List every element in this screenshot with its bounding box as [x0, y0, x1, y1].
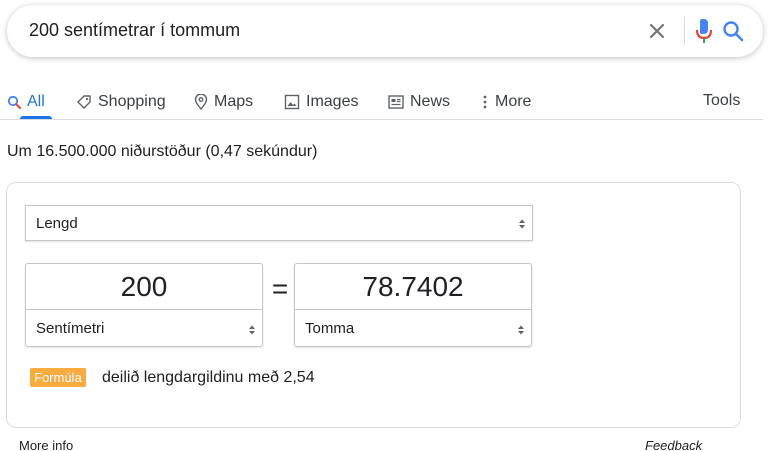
tab-label: Images — [306, 93, 359, 110]
from-unit-value: Sentímetri — [36, 320, 105, 337]
result-stats: Um 16.500.000 niðurstöður (0,47 sekúndur… — [7, 143, 318, 160]
search-tabs: All Shopping Maps Images News More Tools — [0, 80, 763, 120]
tab-news[interactable]: News — [388, 92, 450, 112]
to-unit-select[interactable]: Tomma — [295, 311, 531, 347]
feedback-link[interactable]: Feedback — [645, 438, 702, 451]
search-bar[interactable]: 200 sentímetrar í tommum — [7, 5, 763, 57]
active-tab-indicator — [20, 116, 52, 119]
tab-all[interactable]: All — [7, 92, 45, 112]
formula-badge: Formúla — [30, 368, 86, 387]
news-icon — [388, 95, 404, 109]
more-vert-icon — [483, 95, 487, 109]
tag-icon — [77, 95, 91, 109]
tab-shopping[interactable]: Shopping — [76, 92, 166, 112]
tools-button[interactable]: Tools — [703, 92, 740, 110]
unit-converter-card: Lengd Sentímetri = Tomma Formúla deilið … — [6, 182, 741, 428]
to-unit-box: Tomma — [294, 263, 532, 347]
tab-label: News — [410, 93, 451, 110]
to-value-input[interactable] — [295, 264, 531, 310]
equals-sign: = — [271, 273, 289, 304]
unit-type-value: Lengd — [36, 215, 78, 232]
tab-images[interactable]: Images — [284, 92, 358, 112]
formula-text: deilið lengdargildinu með 2,54 — [102, 369, 315, 386]
close-icon[interactable] — [645, 19, 669, 43]
map-pin-icon — [194, 94, 208, 110]
from-unit-box: Sentímetri — [25, 263, 263, 347]
tab-more[interactable]: More — [481, 92, 531, 112]
microphone-icon[interactable] — [692, 17, 716, 45]
select-arrows-icon — [519, 219, 525, 229]
from-unit-select[interactable]: Sentímetri — [26, 311, 262, 347]
tab-label: Maps — [214, 93, 254, 110]
tab-label: More — [495, 93, 532, 110]
unit-type-select[interactable]: Lengd — [25, 205, 533, 241]
search-query[interactable]: 200 sentímetrar í tommum — [29, 20, 240, 41]
search-icon[interactable] — [721, 19, 745, 43]
search-icon — [7, 95, 21, 109]
to-unit-value: Tomma — [305, 320, 355, 337]
from-value-input[interactable] — [26, 264, 262, 310]
image-icon — [284, 94, 300, 110]
search-divider — [684, 17, 685, 45]
tab-label: Shopping — [98, 93, 166, 110]
tab-label: All — [27, 93, 45, 110]
more-info-link[interactable]: More info — [19, 438, 73, 451]
select-arrows-icon — [249, 325, 255, 335]
tab-maps[interactable]: Maps — [194, 92, 253, 112]
select-arrows-icon — [518, 325, 524, 335]
